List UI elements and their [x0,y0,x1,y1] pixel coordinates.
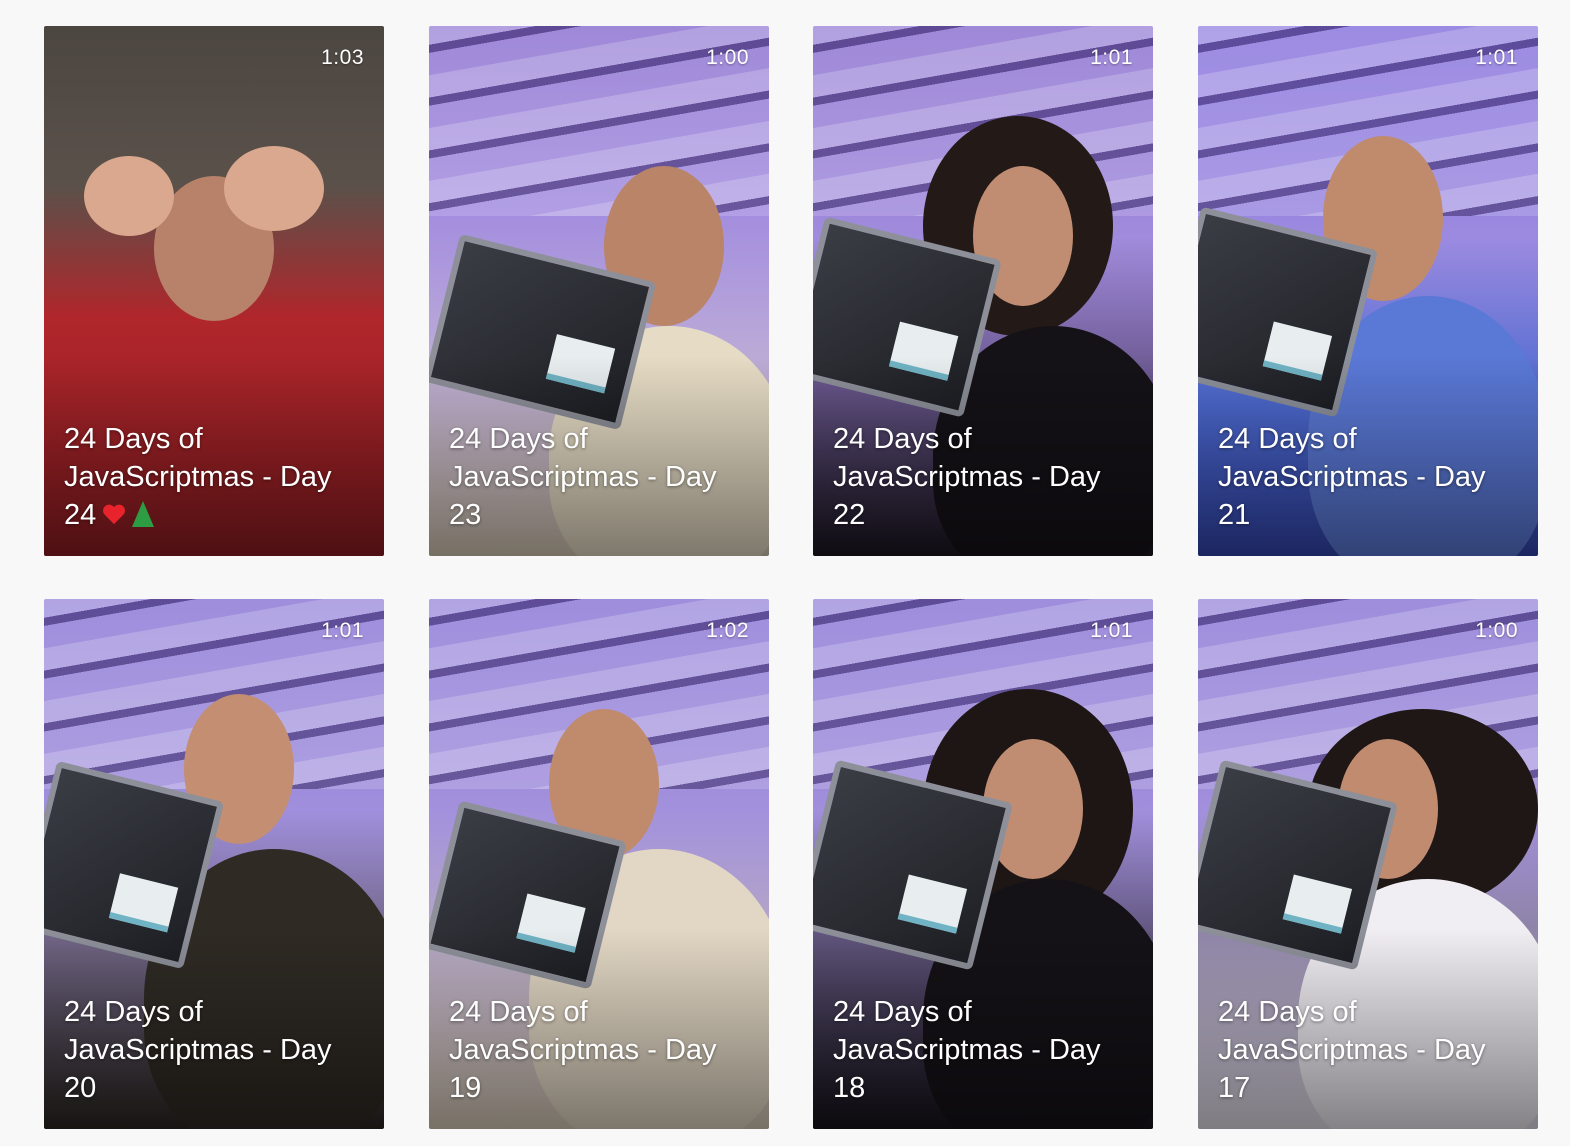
video-duration: 1:01 [1090,619,1133,642]
video-title: 24 Days of JavaScriptmas - Day 17 [1218,993,1522,1107]
christmas-tree-emoji-icon [132,501,155,527]
video-title-line: 23 [449,499,482,531]
video-duration: 1:01 [1475,46,1518,69]
laptop-screen-window [108,873,179,933]
video-title-line: JavaScriptmas - Day [64,461,332,493]
video-title-line: 24 Days of [449,423,588,455]
video-grid: 1:03 24 Days of JavaScriptmas - Day 24 1… [0,0,1570,1146]
hand-right [224,146,324,231]
video-title: 24 Days of JavaScriptmas - Day 20 [64,993,368,1107]
video-duration: 1:01 [1090,46,1133,69]
video-title: 24 Days of JavaScriptmas - Day 24 [64,420,368,534]
video-tile-day-18[interactable]: 1:01 24 Days of JavaScriptmas - Day 18 [813,599,1153,1129]
video-title-line: 24 Days of [833,996,972,1028]
video-title-line: JavaScriptmas - Day [449,461,717,493]
video-title-line: 24 Days of [1218,423,1357,455]
video-title: 24 Days of JavaScriptmas - Day 18 [833,993,1137,1107]
video-title-line: 21 [1218,499,1251,531]
video-duration: 1:00 [706,46,749,69]
video-tile-day-20[interactable]: 1:01 24 Days of JavaScriptmas - Day 20 [44,599,384,1129]
heart-emoji-icon [104,505,126,525]
video-title-line: 22 [833,499,866,531]
video-title-line: JavaScriptmas - Day [64,1034,332,1066]
video-title-line: 17 [1218,1072,1251,1104]
hand-left [84,156,174,236]
video-title-line: JavaScriptmas - Day [1218,461,1486,493]
video-title-line: 24 [64,496,368,534]
video-title-line: 24 Days of [64,996,203,1028]
laptop-screen-window [897,874,968,934]
video-title-line: JavaScriptmas - Day [833,1034,1101,1066]
video-duration: 1:01 [321,619,364,642]
video-tile-day-23[interactable]: 1:00 24 Days of JavaScriptmas - Day 23 [429,26,769,556]
video-title-line: 24 Days of [833,423,972,455]
video-title: 24 Days of JavaScriptmas - Day 19 [449,993,753,1107]
video-title: 24 Days of JavaScriptmas - Day 23 [449,420,753,534]
video-title-line: JavaScriptmas - Day [1218,1034,1486,1066]
video-title-line: JavaScriptmas - Day [833,461,1101,493]
video-title-line: 18 [833,1072,866,1104]
video-title-line: 20 [64,1072,97,1104]
video-tile-day-22[interactable]: 1:01 24 Days of JavaScriptmas - Day 22 [813,26,1153,556]
video-title-line: 24 Days of [1218,996,1357,1028]
video-duration: 1:00 [1475,619,1518,642]
video-duration: 1:02 [706,619,749,642]
video-title-day-number: 24 [64,499,97,531]
video-tile-day-17[interactable]: 1:00 24 Days of JavaScriptmas - Day 17 [1198,599,1538,1129]
video-tile-day-21[interactable]: 1:01 24 Days of JavaScriptmas - Day 21 [1198,26,1538,556]
video-title: 24 Days of JavaScriptmas - Day 21 [1218,420,1522,534]
video-title-line: JavaScriptmas - Day [449,1034,717,1066]
video-title-line: 24 Days of [449,996,588,1028]
video-tile-day-24[interactable]: 1:03 24 Days of JavaScriptmas - Day 24 [44,26,384,556]
video-duration: 1:03 [321,46,364,69]
video-title: 24 Days of JavaScriptmas - Day 22 [833,420,1137,534]
video-title-line: 19 [449,1072,482,1104]
video-title-line: 24 Days of [64,423,203,455]
laptop-screen-window [1282,874,1353,934]
video-tile-day-19[interactable]: 1:02 24 Days of JavaScriptmas - Day 19 [429,599,769,1129]
